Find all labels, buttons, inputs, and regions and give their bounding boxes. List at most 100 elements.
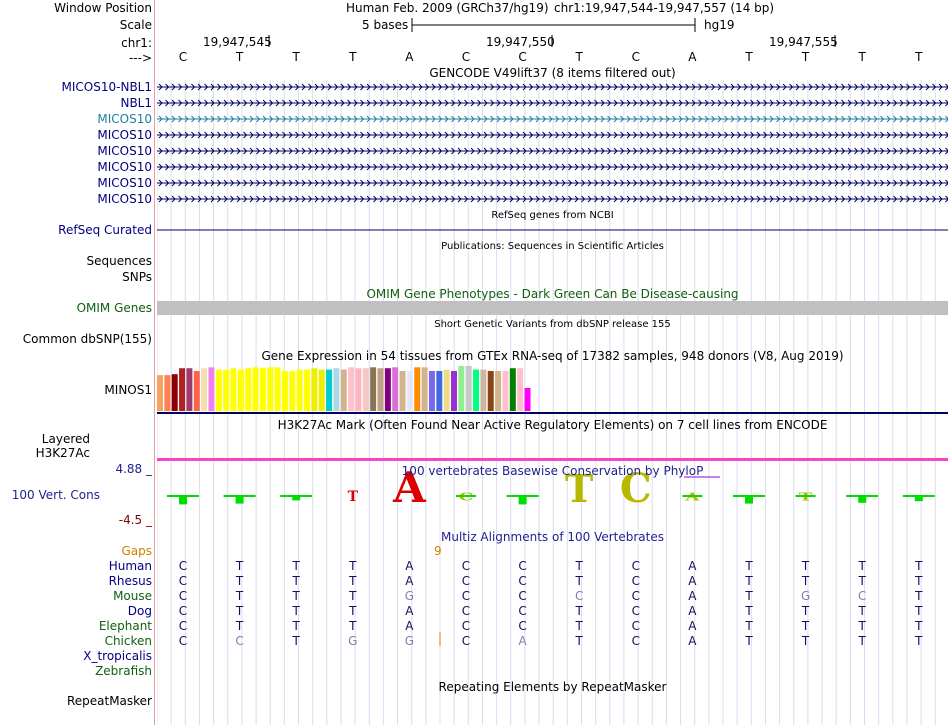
gtex-tissue-bar[interactable] xyxy=(333,368,340,411)
gtex-tissue-bar[interactable] xyxy=(171,374,178,411)
snps-track-label[interactable]: SNPs xyxy=(122,270,152,284)
gencode-transcript[interactable] xyxy=(157,115,948,123)
position-readout: chr1:19,947,544-19,947,557 (14 bp) xyxy=(554,1,775,15)
gtex-tissue-bar[interactable] xyxy=(179,368,186,411)
gencode-item-label[interactable]: NBL1 xyxy=(120,96,152,110)
omim-feature-bar[interactable] xyxy=(157,301,948,315)
gtex-tissue-bar[interactable] xyxy=(399,370,406,411)
gtex-tissue-bar[interactable] xyxy=(193,370,200,411)
gtex-tissue-bar[interactable] xyxy=(487,370,494,411)
gencode-transcript[interactable] xyxy=(157,99,948,107)
gtex-tissue-bar[interactable] xyxy=(436,370,443,411)
alignment-base: T xyxy=(575,604,584,618)
gencode-track-title: GENCODE V49lift37 (8 items filtered out) xyxy=(429,66,676,80)
gtex-tissue-bar[interactable] xyxy=(311,368,318,411)
gtex-tissue-bar[interactable] xyxy=(414,367,421,411)
gtex-tissue-bar[interactable] xyxy=(245,368,252,411)
alignment-base: A xyxy=(688,559,697,573)
species-label-x-tropicalis: X_tropicalis xyxy=(83,649,152,663)
gencode-transcript[interactable] xyxy=(157,179,948,187)
gtex-tissue-bar[interactable] xyxy=(502,370,509,411)
gtex-tissue-bar[interactable] xyxy=(289,370,296,411)
gtex-tissue-bar[interactable] xyxy=(296,369,303,411)
svg-text:A: A xyxy=(684,491,700,503)
gtex-tissue-bar[interactable] xyxy=(384,368,391,411)
gtex-tissue-bar[interactable] xyxy=(362,368,369,411)
reference-base: T xyxy=(858,50,866,64)
gtex-tissue-bar[interactable] xyxy=(318,369,325,411)
gencode-item-label[interactable]: MICOS10 xyxy=(97,176,152,190)
h3k27ac-signal[interactable] xyxy=(157,458,948,461)
gtex-tissue-bar[interactable] xyxy=(157,375,163,411)
alignment-base: C xyxy=(518,559,526,573)
track-area[interactable]: TACTCATCTTTACCTCATTTTCTTTACCTCATTTTCTTTG… xyxy=(157,80,948,725)
reference-base: T xyxy=(349,50,357,64)
gtex-tissue-bar[interactable] xyxy=(377,368,384,411)
cons-base xyxy=(506,495,539,505)
gtex-tissue-bar[interactable] xyxy=(223,369,230,411)
alignment-base: C xyxy=(462,574,470,588)
gtex-tissue-bar[interactable] xyxy=(406,370,413,411)
alignment-base: T xyxy=(348,619,357,633)
gtex-tissue-bar[interactable] xyxy=(237,369,244,411)
gtex-tissue-bar[interactable] xyxy=(421,367,428,411)
publications-track-label[interactable]: Sequences xyxy=(87,254,152,268)
gtex-tissue-bar[interactable] xyxy=(208,367,215,411)
gtex-tissue-bar[interactable] xyxy=(465,365,472,411)
dbsnp-track-label[interactable]: Common dbSNP(155) xyxy=(23,332,152,346)
gtex-tissue-bar[interactable] xyxy=(458,365,465,411)
alignment-base: T xyxy=(914,589,923,603)
gtex-tissue-bar[interactable] xyxy=(509,368,516,411)
gtex-tissue-bar[interactable] xyxy=(524,388,531,411)
gtex-tissue-bar[interactable] xyxy=(480,369,487,411)
gtex-tissue-bar[interactable] xyxy=(274,367,281,411)
gtex-tissue-bar[interactable] xyxy=(252,367,259,411)
alignment-base: T xyxy=(801,634,810,648)
h3k27ac-track-label[interactable]: Layered H3K27Ac xyxy=(0,432,90,460)
alignment-base: A xyxy=(405,604,414,618)
gtex-tissue-bar[interactable] xyxy=(304,369,310,411)
refseq-track-label[interactable]: RefSeq Curated xyxy=(58,223,152,237)
gtex-tissue-bar[interactable] xyxy=(267,367,274,411)
gtex-tissue-bar[interactable] xyxy=(355,368,362,411)
gtex-tissue-bar[interactable] xyxy=(186,368,193,411)
gtex-tissue-bar[interactable] xyxy=(340,369,347,411)
gencode-item-label[interactable]: MICOS10 xyxy=(97,112,152,126)
cons-base: C xyxy=(456,491,476,503)
gtex-gene-label[interactable]: MINOS1 xyxy=(104,383,152,397)
gtex-tissue-bar[interactable] xyxy=(259,368,266,411)
gtex-tissue-bar[interactable] xyxy=(215,369,222,411)
gtex-tissue-bar[interactable] xyxy=(473,369,480,411)
gtex-tissue-bar[interactable] xyxy=(164,375,171,411)
gtex-tissue-bar[interactable] xyxy=(370,367,377,411)
gencode-transcript[interactable] xyxy=(157,131,948,139)
alignment-base: T xyxy=(348,559,357,573)
gtex-tissue-bar[interactable] xyxy=(443,369,450,411)
gencode-transcript[interactable] xyxy=(157,147,948,155)
gtex-tissue-bar[interactable] xyxy=(326,369,333,411)
gtex-tissue-bar[interactable] xyxy=(201,368,208,411)
gtex-tissue-bar[interactable] xyxy=(517,368,524,411)
gtex-tissue-bar[interactable] xyxy=(451,370,457,411)
gtex-tissue-bar[interactable] xyxy=(428,370,435,411)
omim-track-label[interactable]: OMIM Genes xyxy=(77,301,152,315)
gtex-tissue-bar[interactable] xyxy=(281,370,288,411)
gencode-item-label[interactable]: MICOS10 xyxy=(97,128,152,142)
gencode-item-label[interactable]: MICOS10 xyxy=(97,160,152,174)
gencode-item-label[interactable]: MICOS10 xyxy=(97,144,152,158)
species-label-rhesus: Rhesus xyxy=(108,574,152,588)
gtex-tissue-bar[interactable] xyxy=(392,367,399,411)
gencode-transcript[interactable] xyxy=(157,163,948,171)
gtex-tissue-bar[interactable] xyxy=(348,367,355,411)
cons-track-label[interactable]: 100 Vert. Cons xyxy=(12,488,100,502)
gencode-transcript[interactable] xyxy=(157,83,948,91)
cons-min-label: -4.5 _ xyxy=(118,513,152,527)
gencode-item-label[interactable]: MICOS10 xyxy=(97,192,152,206)
repeatmasker-track-label[interactable]: RepeatMasker xyxy=(67,694,152,708)
svg-text:T: T xyxy=(348,489,359,505)
gtex-tissue-bar[interactable] xyxy=(230,368,237,411)
gtex-tissue-bar[interactable] xyxy=(495,370,502,411)
gencode-transcript[interactable] xyxy=(157,195,948,203)
gencode-item-label[interactable]: MICOS10-NBL1 xyxy=(62,80,152,94)
alignment-base: T xyxy=(744,589,753,603)
